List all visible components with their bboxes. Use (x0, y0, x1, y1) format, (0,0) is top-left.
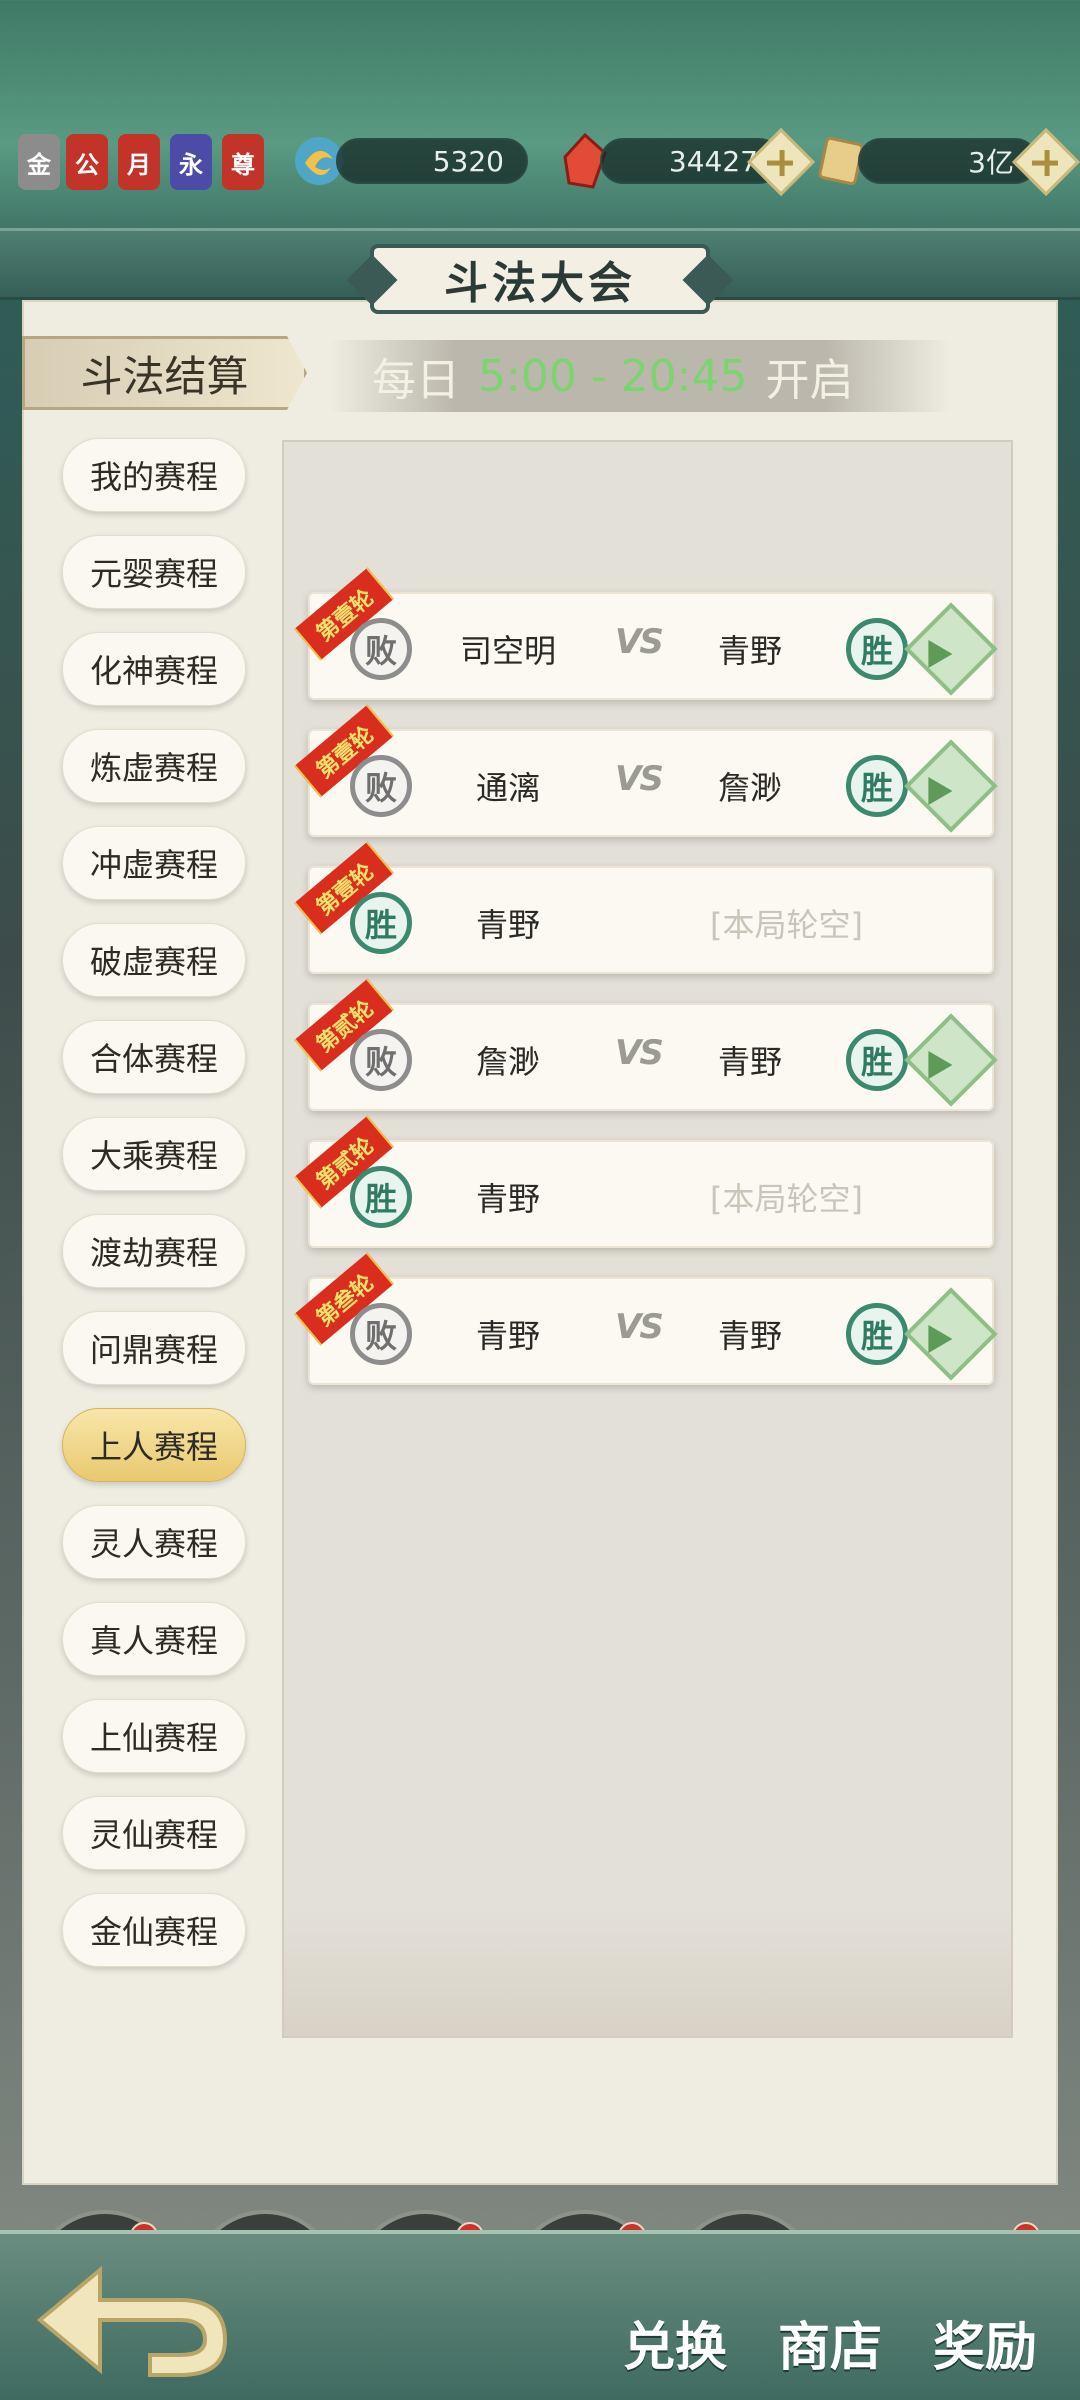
settlement-tab[interactable]: 斗法结算 (22, 336, 307, 410)
mountain-decoration (284, 1906, 1011, 2036)
match-row: 第贰轮 败 詹渺 VS 青野 胜 (308, 1003, 998, 1111)
scroll-count: 3亿 (858, 138, 1038, 184)
sidebar-item-yuanying[interactable]: 元婴赛程 (62, 535, 246, 609)
bye-label: [本局轮空] (710, 906, 863, 944)
sidebar-item-poxu[interactable]: 破虚赛程 (62, 923, 246, 997)
right-result-badge: 胜 (846, 618, 908, 680)
sidebar-item-chongxu[interactable]: 冲虚赛程 (62, 826, 246, 900)
left-player-name: 青野 (475, 906, 540, 944)
vs-label: VS (615, 1307, 664, 1347)
vs-label: VS (615, 1033, 664, 1073)
replay-play-button[interactable] (904, 1013, 998, 1107)
page-title: 斗法大会 (370, 244, 710, 314)
sidebar-item-shangxian[interactable]: 上仙赛程 (62, 1699, 246, 1773)
match-row: 第叁轮 败 青野 VS 青野 胜 (308, 1277, 998, 1385)
left-player-name: 青野 (475, 1317, 540, 1355)
spirit-stone-count: 5320 (336, 138, 528, 184)
schedule-info: 每日 5:00 - 20:45 开启 (330, 340, 950, 412)
shop-button[interactable]: 商店 (765, 2282, 895, 2400)
right-player-name: 青野 (717, 632, 782, 670)
left-result-badge: 败 (350, 755, 412, 817)
sidebar-item-lianxu[interactable]: 炼虚赛程 (62, 729, 246, 803)
match-row: 第壹轮 败 司空明 VS 青野 胜 (308, 592, 998, 700)
left-result-badge: 败 (350, 1303, 412, 1365)
replay-play-button[interactable] (904, 739, 998, 833)
left-player-name: 通漓 (475, 769, 540, 807)
replay-play-button[interactable] (904, 1287, 998, 1381)
left-result-badge: 败 (350, 1029, 412, 1091)
right-result-badge: 胜 (846, 1303, 908, 1365)
sidebar-item-lingxian[interactable]: 灵仙赛程 (62, 1796, 246, 1870)
match-list: 第壹轮 败 司空明 VS 青野 胜 第壹轮 败 通漓 VS 詹渺 胜 第壹轮 胜… (282, 440, 1013, 2038)
badge-gold[interactable]: 金 (18, 134, 60, 190)
sidebar-item-zhenren[interactable]: 真人赛程 (62, 1602, 246, 1676)
badge-month[interactable]: 月 (118, 134, 160, 190)
currency-bar: 金 公 月 永 尊 5320 34427 3亿 (0, 128, 1080, 200)
match-row: 第贰轮 胜 青野 [本局轮空] (308, 1140, 994, 1248)
sidebar-item-dujie[interactable]: 渡劫赛程 (62, 1214, 246, 1288)
schedule-suffix: 开启 (765, 355, 854, 406)
right-result-badge: 胜 (846, 1029, 908, 1091)
right-result-badge: 胜 (846, 755, 908, 817)
sidebar-item-huashen[interactable]: 化神赛程 (62, 632, 246, 706)
replay-play-button[interactable] (904, 602, 998, 696)
left-player-name: 青野 (475, 1180, 540, 1218)
rewards-button[interactable]: 奖励 (920, 2282, 1050, 2400)
left-result-badge: 败 (350, 618, 412, 680)
sidebar-item-lingren[interactable]: 灵人赛程 (62, 1505, 246, 1579)
vs-label: VS (615, 759, 664, 799)
exchange-button[interactable]: 兑换 (610, 2282, 740, 2400)
back-button[interactable] (30, 2260, 230, 2380)
match-row: 第壹轮 胜 青野 [本局轮空] (308, 866, 994, 974)
sidebar-item-shangren[interactable]: 上人赛程 (62, 1408, 246, 1482)
schedule-time: 5:00 - 20:45 (478, 350, 748, 402)
right-player-name: 青野 (717, 1317, 782, 1355)
left-result-badge: 胜 (350, 1166, 412, 1228)
match-row: 第壹轮 败 通漓 VS 詹渺 胜 (308, 729, 998, 837)
sidebar: 我的赛程 元婴赛程 化神赛程 炼虚赛程 冲虚赛程 破虚赛程 合体赛程 大乘赛程 … (62, 438, 248, 1990)
left-player-name: 詹渺 (475, 1043, 540, 1081)
sidebar-item-heti[interactable]: 合体赛程 (62, 1020, 246, 1094)
bye-label: [本局轮空] (710, 1180, 863, 1218)
right-player-name: 青野 (717, 1043, 782, 1081)
badge-forever[interactable]: 永 (170, 134, 212, 190)
vs-label: VS (615, 622, 664, 662)
back-arrow-icon (36, 2265, 228, 2377)
right-player-name: 詹渺 (717, 769, 782, 807)
schedule-prefix: 每日 (372, 355, 460, 406)
badge-public[interactable]: 公 (66, 134, 108, 190)
left-player-name: 司空明 (459, 632, 556, 670)
badge-noble[interactable]: 尊 (222, 134, 264, 190)
left-result-badge: 胜 (350, 892, 412, 954)
sidebar-item-jinxian[interactable]: 金仙赛程 (62, 1893, 246, 1967)
sidebar-item-my-schedule[interactable]: 我的赛程 (62, 438, 246, 512)
sidebar-item-wending[interactable]: 问鼎赛程 (62, 1311, 246, 1385)
sidebar-item-dacheng[interactable]: 大乘赛程 (62, 1117, 246, 1191)
